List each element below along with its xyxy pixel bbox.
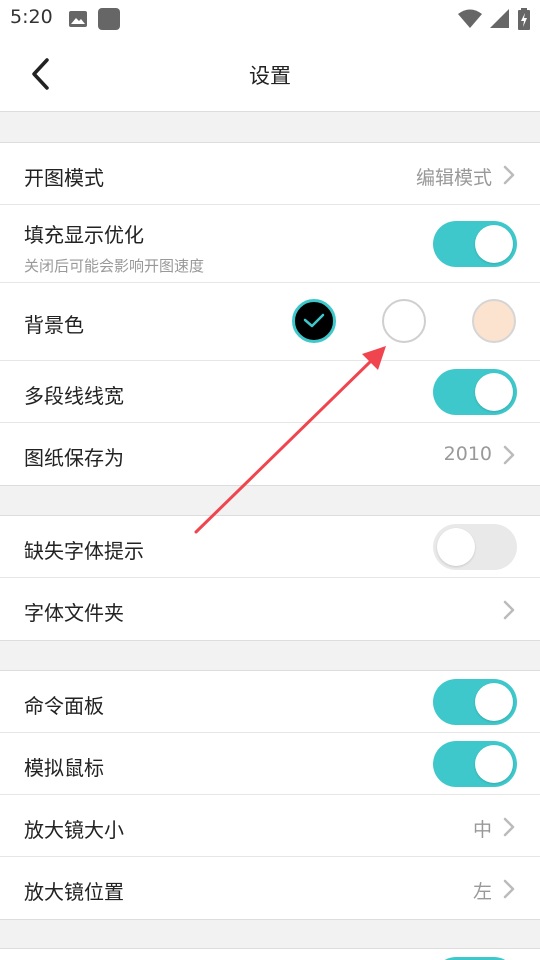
- background-swatch-beige[interactable]: [472, 299, 516, 343]
- row-missing-font-hint: 缺失字体提示: [0, 516, 540, 578]
- status-left-icons: [68, 8, 120, 30]
- row-magnifier-size[interactable]: 放大镜大小 中: [0, 795, 540, 857]
- row-magnifier-position[interactable]: 放大镜位置 左: [0, 857, 540, 919]
- toggle-knob: [475, 225, 513, 263]
- chevron-right-icon: [503, 879, 515, 899]
- polyline-width-toggle[interactable]: [433, 369, 517, 415]
- row-polyline-width: 多段线线宽: [0, 361, 540, 423]
- background-swatch-white[interactable]: [382, 299, 426, 343]
- row-value: 2010: [443, 443, 492, 465]
- row-label: 填充显示优化: [24, 223, 144, 247]
- row-label: 缺失字体提示: [24, 539, 144, 563]
- toggle-knob: [437, 528, 475, 566]
- header: 设置: [0, 36, 540, 112]
- toggle-knob: [475, 745, 513, 783]
- row-label: 背景色: [24, 313, 84, 337]
- square-app-icon: [98, 8, 120, 30]
- chevron-right-icon: [503, 445, 515, 465]
- missing-font-hint-toggle[interactable]: [433, 524, 517, 570]
- row-sublabel: 关闭后可能会影响开图速度: [24, 257, 205, 275]
- page-title: 设置: [249, 64, 291, 88]
- row-simulated-mouse: 模拟鼠标: [0, 733, 540, 795]
- row-fill-optimization: 填充显示优化 关闭后可能会影响开图速度: [0, 205, 540, 283]
- settings-group-fonts: 缺失字体提示 字体文件夹: [0, 515, 540, 641]
- row-background-color: 背景色: [0, 283, 540, 361]
- status-bar: 5:20: [0, 0, 540, 36]
- row-label: 图纸保存为: [24, 446, 124, 470]
- toggle-knob: [475, 683, 513, 721]
- status-time: 5:20: [10, 6, 53, 28]
- row-save-as[interactable]: 图纸保存为 2010: [0, 423, 540, 485]
- row-label: 命令面板: [24, 694, 104, 718]
- simulated-mouse-toggle[interactable]: [433, 741, 517, 787]
- chevron-right-icon: [503, 165, 515, 185]
- status-right-icons: [458, 8, 530, 30]
- settings-group-display: 开图模式 编辑模式 填充显示优化 关闭后可能会影响开图速度 背景色 多段线线宽 …: [0, 142, 540, 486]
- settings-group-more: [0, 948, 540, 960]
- row-label: 放大镜位置: [24, 880, 124, 904]
- chevron-right-icon: [503, 600, 515, 620]
- chevron-right-icon: [503, 817, 515, 837]
- wifi-icon: [458, 9, 482, 28]
- row-label: 多段线线宽: [24, 384, 124, 408]
- image-icon: [69, 11, 87, 27]
- signal-icon: [490, 9, 509, 28]
- row-value: 中: [472, 819, 492, 841]
- check-icon: [303, 313, 325, 328]
- row-value: 左: [472, 881, 492, 903]
- fill-optimization-toggle[interactable]: [433, 221, 517, 267]
- settings-group-tools: 命令面板 模拟鼠标 放大镜大小 中 放大镜位置 左: [0, 670, 540, 920]
- background-swatch-black[interactable]: [292, 299, 336, 343]
- command-panel-toggle[interactable]: [433, 679, 517, 725]
- row-open-mode[interactable]: 开图模式 编辑模式: [0, 143, 540, 205]
- row-value: 编辑模式: [415, 167, 492, 189]
- row-font-folder[interactable]: 字体文件夹: [0, 578, 540, 640]
- row-label: 开图模式: [24, 166, 104, 190]
- row-label: 字体文件夹: [24, 601, 124, 625]
- battery-charging-icon: [518, 8, 530, 30]
- row-label: 放大镜大小: [24, 818, 124, 842]
- row-command-panel: 命令面板: [0, 671, 540, 733]
- toggle-knob: [475, 373, 513, 411]
- row-label: 模拟鼠标: [24, 756, 104, 780]
